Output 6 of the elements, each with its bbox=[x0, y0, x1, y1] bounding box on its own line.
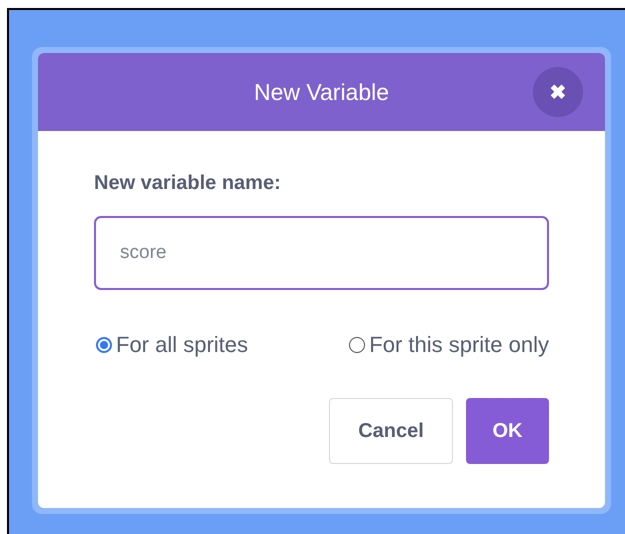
field-label: New variable name: bbox=[94, 172, 282, 195]
dialog-title: New Variable bbox=[254, 78, 390, 106]
ok-button[interactable]: OK bbox=[466, 398, 549, 464]
name-input-field[interactable]: score bbox=[94, 216, 549, 290]
close-button[interactable]: ✖ bbox=[533, 67, 583, 117]
cancel-button[interactable]: Cancel bbox=[329, 398, 453, 464]
